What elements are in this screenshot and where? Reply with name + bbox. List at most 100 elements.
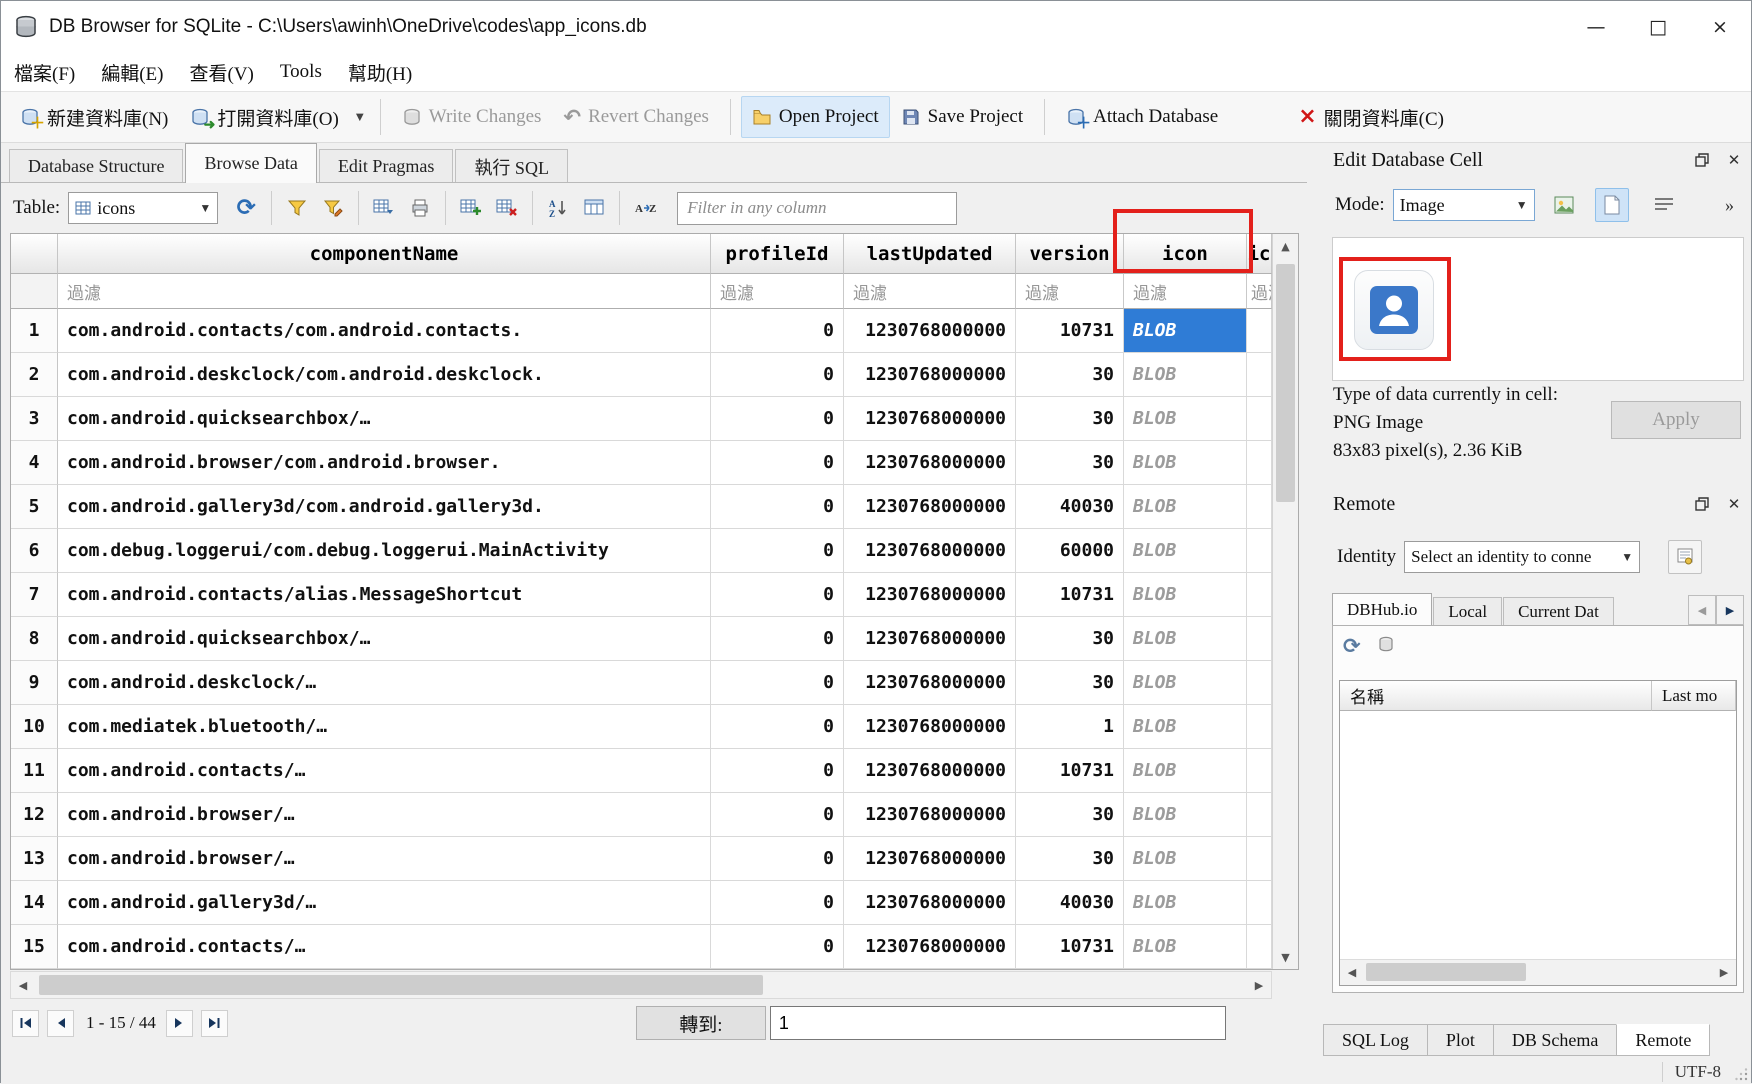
cell-lastUpdated[interactable]: 1230768000000: [844, 837, 1016, 881]
columns-button[interactable]: [576, 189, 612, 227]
cell-componentName[interactable]: com.android.contacts/…: [58, 749, 711, 793]
scroll-left-icon[interactable]: ◀: [1340, 960, 1364, 985]
cell-profileId[interactable]: 0: [711, 353, 844, 397]
cell-icon-blob[interactable]: BLOB: [1124, 749, 1247, 793]
tab-database-structure[interactable]: Database Structure: [9, 149, 183, 183]
minimize-button[interactable]: —: [1565, 1, 1627, 53]
cell-lastUpdated[interactable]: 1230768000000: [844, 793, 1016, 837]
cell-icon-blob[interactable]: BLOB: [1124, 397, 1247, 441]
cell-componentName[interactable]: com.debug.loggerui/com.debug.loggerui.Ma…: [58, 529, 711, 573]
row-number[interactable]: 5: [11, 485, 58, 529]
cell-version[interactable]: 40030: [1016, 485, 1124, 529]
row-number[interactable]: 4: [11, 441, 58, 485]
cell-lastUpdated[interactable]: 1230768000000: [844, 309, 1016, 353]
close-database-button[interactable]: × 關閉資料庫(C): [1287, 96, 1455, 138]
global-filter-input[interactable]: [677, 192, 957, 225]
cell-profileId[interactable]: 0: [711, 705, 844, 749]
text-view-button[interactable]: [1595, 188, 1629, 222]
cell-extra[interactable]: [1247, 485, 1272, 529]
vertical-scrollbar[interactable]: ▲ ▼: [1272, 234, 1298, 969]
cell-icon-blob[interactable]: BLOB: [1124, 573, 1247, 617]
cell-icon-blob[interactable]: BLOB: [1124, 925, 1247, 969]
apply-button[interactable]: Apply: [1611, 401, 1741, 439]
cell-profileId[interactable]: 0: [711, 485, 844, 529]
tab-edit-pragmas[interactable]: Edit Pragmas: [319, 149, 454, 183]
blob-image-thumbnail[interactable]: [1354, 270, 1434, 350]
remote-column-name[interactable]: 名稱: [1340, 681, 1652, 711]
row-number[interactable]: 8: [11, 617, 58, 661]
cell-extra[interactable]: [1247, 793, 1272, 837]
column-header-lastUpdated[interactable]: lastUpdated: [844, 234, 1016, 274]
previous-page-button[interactable]: [47, 1010, 74, 1037]
tab-execute-sql[interactable]: 執行 SQL: [455, 149, 568, 183]
tab-scroll-right-icon[interactable]: ▶: [1716, 595, 1744, 625]
cell-profileId[interactable]: 0: [711, 529, 844, 573]
cell-componentName[interactable]: com.android.contacts/alias.MessageShortc…: [58, 573, 711, 617]
cell-componentName[interactable]: com.android.deskclock/…: [58, 661, 711, 705]
cell-icon-blob[interactable]: BLOB: [1124, 881, 1247, 925]
refresh-table-button[interactable]: ⟳: [228, 189, 264, 227]
cell-extra[interactable]: [1247, 441, 1272, 485]
remote-clone-db-icon[interactable]: [1377, 634, 1397, 658]
cell-version[interactable]: 30: [1016, 617, 1124, 661]
goto-button[interactable]: 轉到:: [636, 1006, 766, 1040]
cell-icon-blob[interactable]: BLOB: [1124, 441, 1247, 485]
cell-lastUpdated[interactable]: 1230768000000: [844, 925, 1016, 969]
filter-componentName[interactable]: 過濾: [58, 274, 711, 309]
cell-extra[interactable]: [1247, 705, 1272, 749]
open-database-button[interactable]: ➜ 打開資料庫(O): [179, 96, 349, 138]
tab-dbhub[interactable]: DBHub.io: [1332, 593, 1432, 625]
cell-version[interactable]: 1: [1016, 705, 1124, 749]
save-project-button[interactable]: Save Project: [890, 96, 1035, 138]
last-page-button[interactable]: [201, 1010, 228, 1037]
scroll-right-icon[interactable]: ▶: [1712, 960, 1736, 985]
cell-profileId[interactable]: 0: [711, 573, 844, 617]
print-button[interactable]: [402, 189, 438, 227]
filter-lastUpdated[interactable]: 過濾: [844, 274, 1016, 309]
dock-tab-remote[interactable]: Remote: [1616, 1024, 1710, 1056]
cell-profileId[interactable]: 0: [711, 397, 844, 441]
export-image-button[interactable]: [1547, 188, 1581, 222]
filter-icon-column[interactable]: 過濾: [1124, 274, 1247, 309]
remote-list-scrollbar[interactable]: ◀ ▶: [1340, 959, 1736, 985]
word-wrap-button[interactable]: [1647, 188, 1681, 222]
cell-icon-blob[interactable]: BLOB: [1124, 661, 1247, 705]
cell-icon-blob[interactable]: BLOB: [1124, 529, 1247, 573]
tab-current-database[interactable]: Current Dat: [1503, 597, 1614, 625]
edit-filter-button[interactable]: [315, 189, 351, 227]
cell-extra[interactable]: [1247, 529, 1272, 573]
cell-profileId[interactable]: 0: [711, 881, 844, 925]
revert-changes-button[interactable]: ↶ Revert Changes: [552, 96, 719, 138]
cell-version[interactable]: 10731: [1016, 925, 1124, 969]
insert-record-button[interactable]: [453, 189, 489, 227]
remote-refresh-icon[interactable]: ⟳: [1343, 634, 1361, 658]
close-button[interactable]: ×: [1689, 1, 1751, 53]
cell-profileId[interactable]: 0: [711, 661, 844, 705]
row-number[interactable]: 12: [11, 793, 58, 837]
condensed-filter-button[interactable]: AZ: [627, 189, 663, 227]
cell-lastUpdated[interactable]: 1230768000000: [844, 749, 1016, 793]
remote-scrollbar-thumb[interactable]: [1366, 963, 1526, 981]
cell-profileId[interactable]: 0: [711, 793, 844, 837]
cell-lastUpdated[interactable]: 1230768000000: [844, 881, 1016, 925]
cell-icon-blob[interactable]: BLOB: [1124, 617, 1247, 661]
vertical-scrollbar-thumb[interactable]: [1276, 264, 1295, 502]
cell-lastUpdated[interactable]: 1230768000000: [844, 353, 1016, 397]
encoding-indicator[interactable]: UTF-8: [1662, 1062, 1721, 1082]
cell-componentName[interactable]: com.android.browser/…: [58, 837, 711, 881]
cell-componentName[interactable]: com.android.quicksearchbox/…: [58, 397, 711, 441]
cell-componentName[interactable]: com.android.browser/…: [58, 793, 711, 837]
save-table-as-button[interactable]: [366, 189, 402, 227]
table-selector[interactable]: icons ▼: [68, 192, 218, 224]
maximize-button[interactable]: □: [1627, 1, 1689, 53]
cell-extra[interactable]: [1247, 749, 1272, 793]
cell-profileId[interactable]: 0: [711, 749, 844, 793]
menu-help[interactable]: 幫助(H): [335, 53, 425, 91]
column-header-componentName[interactable]: componentName: [58, 234, 711, 274]
clear-filters-button[interactable]: [279, 189, 315, 227]
identity-settings-button[interactable]: [1668, 540, 1702, 574]
cell-profileId[interactable]: 0: [711, 441, 844, 485]
row-number[interactable]: 1: [11, 309, 58, 353]
tab-browse-data[interactable]: Browse Data: [185, 143, 316, 183]
cell-version[interactable]: 30: [1016, 793, 1124, 837]
